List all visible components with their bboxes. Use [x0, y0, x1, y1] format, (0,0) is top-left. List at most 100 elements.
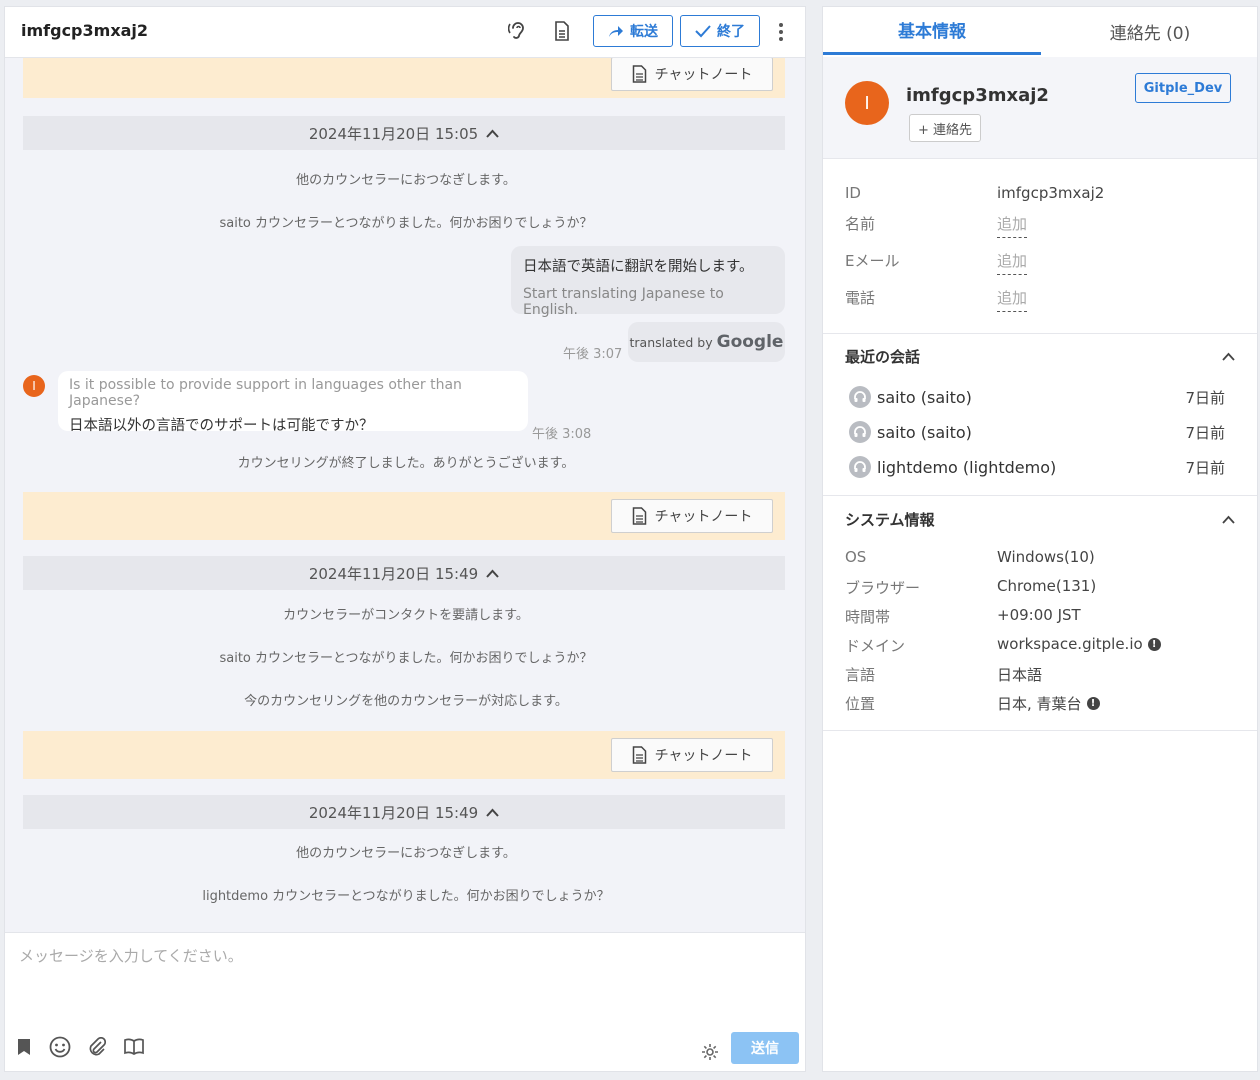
message-list[interactable]: チャットノート 2024年11月20日 15:05 他のカウンセラーにおつなぎし…	[5, 58, 805, 931]
transfer-label: 転送	[630, 24, 658, 40]
google-logo: Google	[716, 332, 784, 352]
send-button[interactable]: 送信	[731, 1032, 799, 1064]
chat-note-button[interactable]: チャットノート	[611, 58, 773, 91]
chat-note-band: チャットノート	[23, 492, 785, 540]
session-date-bar[interactable]: 2024年11月20日 15:49	[23, 795, 785, 829]
add-phone-link[interactable]: 追加	[997, 287, 1028, 312]
profile-name: imfgcp3mxaj2	[906, 85, 1049, 106]
system-message: lightdemo カウンセラーとつながりました。何かお困りでしょうか？	[202, 889, 610, 904]
chevron-up-icon	[486, 808, 499, 817]
field-value-id: imfgcp3mxaj2	[997, 184, 1105, 202]
message-translation: Start translating Japanese to English.	[523, 286, 724, 318]
chat-panel: imfgcp3mxaj2 転送 終了 チャットノート 2024年11月20日 1…	[4, 6, 806, 1072]
emoji-icon[interactable]	[47, 1034, 73, 1060]
info-icon[interactable]: !	[1147, 637, 1161, 651]
note-icon	[632, 65, 646, 83]
translated-by-google-badge: translated by Google	[628, 322, 785, 362]
add-contact-button[interactable]: + 連絡先	[909, 114, 982, 142]
user-avatar: I	[845, 81, 889, 125]
chat-title: imfgcp3mxaj2	[21, 21, 149, 40]
system-value-timezone: +09:00 JST	[997, 606, 1081, 624]
divider	[823, 730, 1257, 731]
bookmark-icon[interactable]	[11, 1034, 37, 1060]
add-name-link[interactable]: 追加	[997, 213, 1028, 238]
message-original: 日本語で英語に翻訳を開始します。	[523, 259, 754, 275]
recent-conversation-item[interactable]: lightdemo (lightdemo) 7日前	[849, 453, 1225, 481]
note-icon	[632, 507, 646, 525]
profile-card: I imfgcp3mxaj2 + 連絡先 Gitple_Dev	[823, 57, 1257, 159]
document-icon[interactable]	[549, 17, 575, 45]
system-label-location: 位置	[845, 695, 876, 713]
system-value-os: Windows(10)	[997, 548, 1095, 566]
headset-icon	[849, 386, 871, 408]
channel-tag[interactable]: Gitple_Dev	[1135, 73, 1231, 103]
finish-label: 終了	[717, 24, 745, 40]
field-label-email: Eメール	[845, 252, 900, 270]
session-date-bar[interactable]: 2024年11月20日 15:05	[23, 116, 785, 150]
book-icon[interactable]	[121, 1034, 147, 1060]
system-label-os: OS	[845, 548, 867, 566]
recent-conversation-item[interactable]: saito (saito) 7日前	[849, 383, 1225, 411]
translated-by-label: translated by	[629, 334, 713, 350]
info-panel: 基本情報 連絡先 (0) I imfgcp3mxaj2 + 連絡先 Gitple…	[822, 6, 1258, 1072]
chat-note-button[interactable]: チャットノート	[611, 738, 773, 772]
share-arrow-icon	[609, 26, 623, 37]
system-label-timezone: 時間帯	[845, 608, 891, 626]
system-message: カウンセリングが終了しました。ありがとうございます。	[237, 456, 575, 471]
settings-gear-icon[interactable]	[697, 1039, 723, 1065]
system-value-location: 日本, 青葉台 !	[997, 693, 1100, 714]
chat-note-band: チャットノート	[23, 58, 785, 98]
chat-header: imfgcp3mxaj2 転送 終了	[5, 7, 805, 58]
chat-note-button[interactable]: チャットノート	[611, 499, 773, 533]
message-input-area	[5, 932, 805, 1027]
system-label-language: 言語	[845, 666, 876, 684]
divider	[823, 495, 1257, 496]
add-email-link[interactable]: 追加	[997, 250, 1028, 275]
system-label-browser: ブラウザー	[845, 579, 921, 597]
composer-toolbar: 送信	[5, 1026, 805, 1071]
system-value-domain: workspace.gitple.io !	[997, 635, 1161, 653]
recent-conversations-title: 最近の会話	[845, 348, 921, 366]
system-message: 他のカウンセラーにおつなぎします。	[296, 846, 516, 861]
system-message: 他のカウンセラーにおつなぎします。	[296, 173, 516, 188]
chevron-up-icon[interactable]	[1221, 512, 1235, 526]
tab-basic-info[interactable]: 基本情報	[823, 7, 1041, 55]
system-message: 今のカウンセリングを他のカウンセラーが対応します。	[244, 694, 568, 709]
system-label-domain: ドメイン	[845, 637, 906, 655]
transfer-button[interactable]: 転送	[593, 15, 673, 47]
field-label-id: ID	[845, 184, 861, 202]
system-message: saito カウンセラーとつながりました。何かお困りでしょうか？	[219, 651, 593, 666]
system-value-browser: Chrome(131)	[997, 577, 1097, 595]
attachment-icon[interactable]	[84, 1034, 110, 1060]
system-message: カウンセラーがコンタクトを要請します。	[283, 608, 529, 623]
message-original: 日本語以外の言語でのサポートは可能ですか？	[69, 418, 374, 434]
session-date-bar[interactable]: 2024年11月20日 15:49	[23, 556, 785, 590]
message-input[interactable]	[5, 933, 805, 1026]
tab-contacts[interactable]: 連絡先 (0)	[1041, 7, 1257, 55]
system-value-language: 日本語	[997, 666, 1043, 684]
system-info-title: システム情報	[845, 511, 935, 529]
finish-button[interactable]: 終了	[680, 15, 760, 47]
chevron-up-icon[interactable]	[1221, 349, 1235, 363]
listen-icon[interactable]	[505, 17, 531, 45]
system-message: saito カウンセラーとつながりました。何かお困りでしょうか？	[219, 216, 593, 231]
message-translation: Is it possible to provide support in lan…	[69, 377, 462, 409]
note-icon	[632, 746, 646, 764]
recent-conversation-item[interactable]: saito (saito) 7日前	[849, 418, 1225, 446]
headset-icon	[849, 456, 871, 478]
divider	[823, 333, 1257, 334]
incoming-message-bubble: Is it possible to provide support in lan…	[58, 371, 528, 434]
chat-note-band: チャットノート	[23, 731, 785, 779]
more-menu-icon[interactable]	[773, 19, 789, 45]
chevron-up-icon	[486, 569, 499, 578]
field-label-phone: 電話	[845, 289, 876, 307]
message-time: 午後 3:08	[532, 427, 592, 442]
chevron-up-icon	[486, 129, 499, 138]
field-label-name: 名前	[845, 215, 876, 233]
info-icon[interactable]: !	[1086, 697, 1100, 710]
message-time: 午後 3:07	[563, 347, 623, 362]
check-icon	[695, 25, 711, 38]
outgoing-message-bubble: 日本語で英語に翻訳を開始します。 Start translating Japan…	[511, 246, 785, 318]
visitor-avatar: I	[23, 375, 45, 397]
headset-icon	[849, 421, 871, 443]
